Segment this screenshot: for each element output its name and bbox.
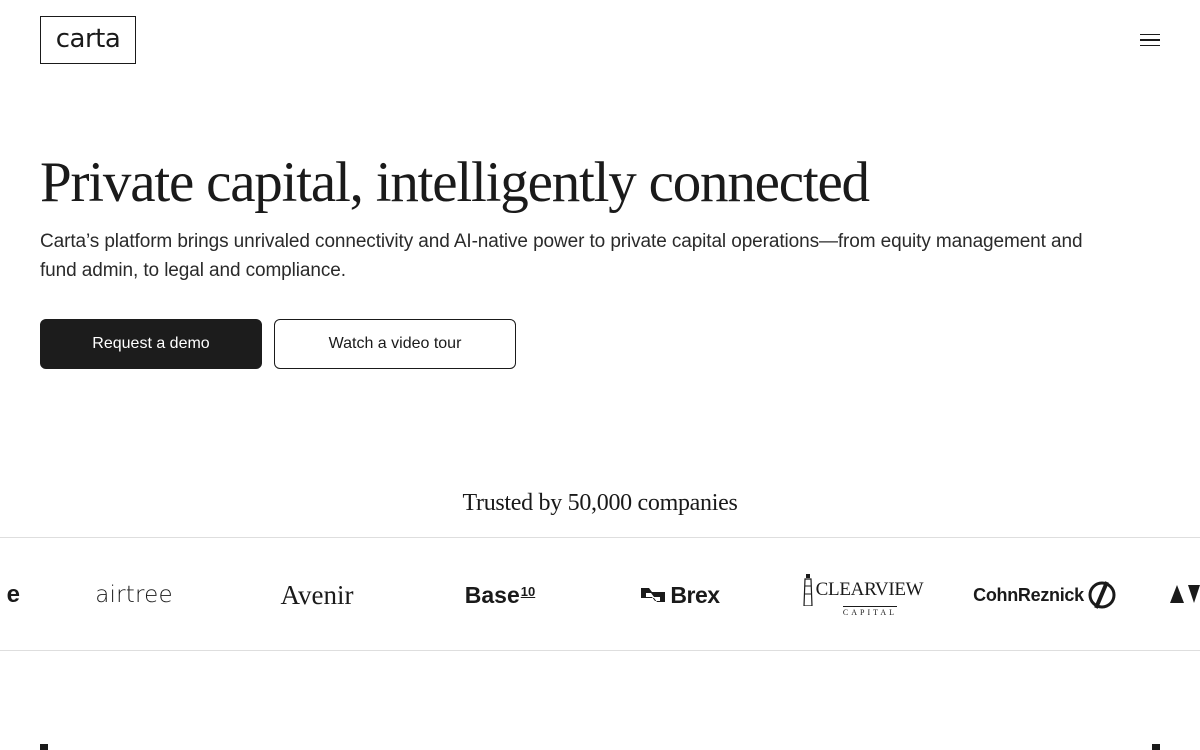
cohnreznick-logo-text: CohnReznick (973, 584, 1084, 605)
clearview-logo-text: CLEARVIEW (815, 578, 924, 600)
watch-video-tour-label: Watch a video tour (328, 335, 462, 352)
cohnreznick-mark-icon (1088, 581, 1116, 609)
airtree-logo-text: airtree (95, 582, 173, 608)
hero-title: Private capital, intelligently connected (40, 151, 870, 214)
avenir-logo-text: Avenir (280, 579, 354, 610)
clearview-top: CLEARVIEW (803, 573, 924, 606)
partial-logo-text: e (6, 581, 20, 608)
hamburger-menu-icon[interactable] (1136, 28, 1164, 52)
watch-video-tour-button[interactable]: Watch a video tour (274, 319, 516, 369)
logo-text: carta (55, 23, 121, 54)
brex-mark-icon (641, 588, 666, 602)
base10-logo: Base 10 (452, 538, 548, 652)
base10-logo-text: Base (464, 581, 520, 608)
avenir-logo: Avenir (266, 538, 368, 652)
request-demo-button[interactable]: Request a demo (40, 319, 262, 369)
page: carta Private capital, intelligently con… (0, 0, 1200, 750)
hero-subtitle: Carta’s platform brings unrivaled connec… (40, 231, 1083, 281)
trusted-heading: Trusted by 50,000 companies (462, 490, 738, 516)
next-section-corner-left (40, 744, 48, 750)
partial-logo-right (1170, 538, 1200, 652)
cohnreznick-logo: CohnReznick (970, 538, 1120, 652)
partial-right-mark-icon (1170, 585, 1200, 603)
clearview-capital-logo: CLEARVIEW CAPITAL (800, 538, 926, 652)
brex-logo: Brex (630, 538, 730, 652)
airtree-logo: airtree (84, 538, 184, 652)
clearview-sub-text: CAPITAL (842, 605, 898, 617)
lighthouse-icon (803, 573, 813, 606)
customer-logo-strip: e airtree Avenir Base 10 Brex CLEARVIEW … (0, 537, 1200, 651)
brex-logo-text: Brex (670, 581, 720, 608)
base10-logo-sup: 10 (520, 583, 536, 599)
next-section-corner-right (1152, 744, 1160, 750)
request-demo-label: Request a demo (92, 335, 210, 352)
carta-logo[interactable]: carta (40, 16, 136, 64)
partial-logo-left: e (0, 538, 20, 652)
